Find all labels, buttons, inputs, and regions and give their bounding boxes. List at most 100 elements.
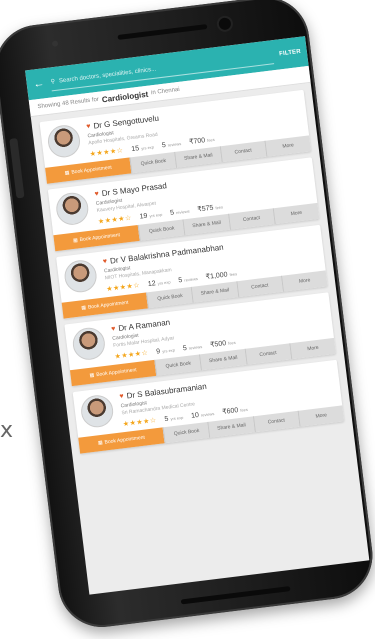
book-appointment-label: Book Appointment xyxy=(87,299,129,311)
reviews-stat: 5 reviews xyxy=(182,343,202,352)
results-prefix: Showing 48 Results for xyxy=(37,96,100,111)
fee-stat: ₹600 fees xyxy=(222,405,248,416)
experience-stat: 9 yrs exp xyxy=(156,346,176,355)
app-screen: ← ⚲ Search doctors, specialities, clinic… xyxy=(25,36,370,595)
front-camera xyxy=(218,17,232,31)
results-suffix: in Chennai xyxy=(150,86,181,97)
calendar-icon: ▦ xyxy=(81,304,87,312)
doctor-list: ♥ Dr G Sengottuvelu Cardiologist Apollo … xyxy=(32,89,353,455)
reviews-unit: reviews xyxy=(188,343,203,351)
favourite-heart-icon[interactable]: ♥ xyxy=(94,190,99,197)
share-label: Share & Mail xyxy=(216,422,247,432)
calendar-icon: ▦ xyxy=(89,372,95,379)
reviews-unit: reviews xyxy=(200,410,215,418)
favourite-heart-icon[interactable]: ♥ xyxy=(119,393,124,400)
fee-unit: fees xyxy=(227,339,236,346)
fee-value: ₹700 xyxy=(188,137,206,147)
rating-stars: ★★★★☆ xyxy=(89,147,124,159)
reviews-value: 5 xyxy=(182,344,188,352)
share-label: Share & Mail xyxy=(183,152,213,162)
reviews-stat: 5 reviews xyxy=(170,207,190,216)
experience-unit: yrs exp xyxy=(140,143,155,151)
experience-unit: yrs exp xyxy=(149,211,163,218)
experience-value: 12 xyxy=(147,279,157,288)
favourite-heart-icon[interactable]: ♥ xyxy=(86,123,91,130)
reviews-stat: 5 reviews xyxy=(178,275,198,284)
proximity-sensor xyxy=(51,40,59,48)
book-appointment-label: Book Appointment xyxy=(79,232,121,244)
experience-value: 19 xyxy=(139,212,148,221)
quick-book-label: Quick Book xyxy=(156,293,184,303)
doctor-avatar xyxy=(54,190,91,227)
fee-value: ₹575 xyxy=(197,204,214,214)
favourite-heart-icon[interactable]: ♥ xyxy=(103,258,108,265)
fee-value: ₹1,000 xyxy=(205,271,228,282)
search-placeholder: Search doctors, specialities, clinics... xyxy=(58,66,157,84)
earpiece-speaker xyxy=(117,24,208,40)
experience-unit: yrs exp xyxy=(157,278,171,286)
rating-stars: ★★★★☆ xyxy=(105,282,141,294)
contact-label: Contact xyxy=(250,282,269,291)
contact-label: Contact xyxy=(259,349,278,359)
bottom-speaker xyxy=(180,586,291,605)
results-speciality: Cardiologist xyxy=(101,89,149,104)
experience-stat: 19 yrs exp xyxy=(139,210,162,220)
reviews-stat: 10 reviews xyxy=(191,410,215,420)
fee-unit: fees xyxy=(229,271,238,278)
experience-value: 5 xyxy=(164,415,169,423)
share-label: Share & Mail xyxy=(200,287,230,297)
doctor-avatar xyxy=(79,393,115,430)
share-label: Share & Mail xyxy=(192,219,222,230)
contact-label: Contact xyxy=(242,215,261,224)
fee-stat: ₹500 fees xyxy=(210,338,236,349)
edge-glyph: x xyxy=(0,418,14,443)
reviews-value: 5 xyxy=(177,276,183,284)
experience-unit: yrs exp xyxy=(170,414,184,421)
reviews-value: 10 xyxy=(190,411,200,420)
reviews-stat: 5 reviews xyxy=(161,140,181,149)
quick-book-label: Quick Book xyxy=(165,360,192,370)
search-icon: ⚲ xyxy=(50,78,56,86)
fee-unit: fees xyxy=(239,406,249,413)
fee-stat: ₹575 fees xyxy=(197,202,223,213)
rating-stars: ★★★★☆ xyxy=(97,214,133,226)
contact-label: Contact xyxy=(234,147,253,156)
doctor-avatar xyxy=(62,258,99,295)
rating-stars: ★★★★☆ xyxy=(114,349,149,361)
experience-stat: 5 yrs exp xyxy=(164,413,184,422)
experience-value: 15 xyxy=(130,144,140,153)
book-appointment-label: Book Appointment xyxy=(71,164,113,176)
phone-body: ← ⚲ Search doctors, specialities, clinic… xyxy=(0,0,375,632)
experience-stat: 15 yrs exp xyxy=(131,143,154,153)
reviews-unit: reviews xyxy=(183,275,199,283)
more-label: More xyxy=(290,209,303,218)
calendar-icon: ▦ xyxy=(72,237,79,244)
experience-stat: 12 yrs exp xyxy=(147,278,170,288)
favourite-heart-icon[interactable]: ♥ xyxy=(111,325,116,332)
book-appointment-label: Book Appointment xyxy=(104,434,146,446)
doctor-avatar xyxy=(71,325,107,362)
share-label: Share & Mail xyxy=(208,354,238,365)
back-arrow-icon[interactable]: ← xyxy=(32,77,45,90)
quick-book-label: Quick Book xyxy=(140,158,167,168)
doctor-avatar xyxy=(46,123,82,160)
experience-unit: yrs exp xyxy=(161,346,176,354)
reviews-value: 5 xyxy=(161,141,167,149)
more-label: More xyxy=(315,412,328,420)
reviews-unit: reviews xyxy=(167,140,182,148)
reviews-value: 5 xyxy=(169,208,175,217)
quick-book-label: Quick Book xyxy=(148,225,175,235)
book-appointment-label: Book Appointment xyxy=(95,367,138,379)
phone-device: ← ⚲ Search doctors, specialities, clinic… xyxy=(0,0,375,639)
rating-stars: ★★★★☆ xyxy=(122,417,158,429)
fee-stat: ₹700 fees xyxy=(189,135,215,146)
filter-button[interactable]: FILTER xyxy=(279,49,301,58)
calendar-icon: ▦ xyxy=(97,439,104,447)
more-label: More xyxy=(298,277,311,285)
power-button xyxy=(9,137,25,199)
more-label: More xyxy=(282,142,295,150)
fee-stat: ₹1,000 fees xyxy=(205,269,237,281)
fee-unit: fees xyxy=(206,136,215,143)
experience-value: 9 xyxy=(155,347,161,356)
more-label: More xyxy=(306,344,320,353)
